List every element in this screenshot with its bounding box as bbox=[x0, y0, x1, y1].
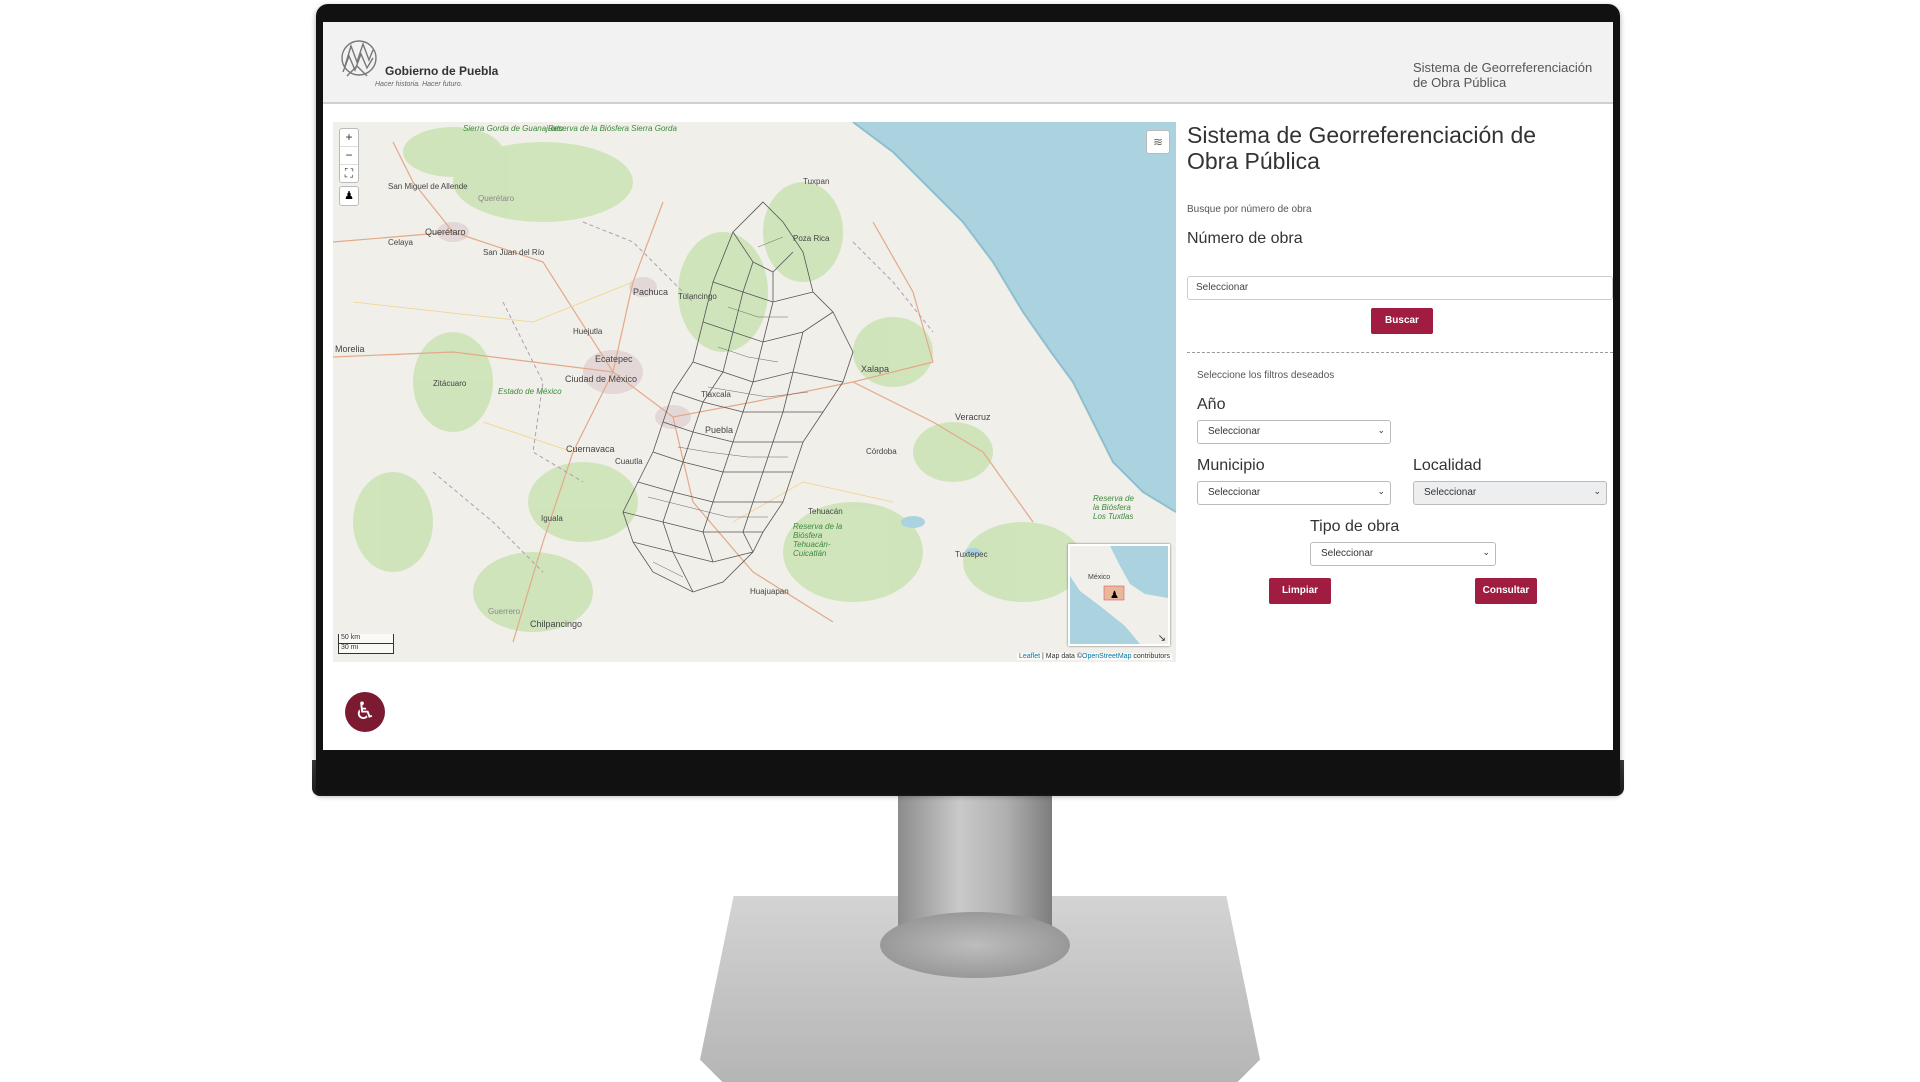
org-name: Gobierno de Puebla bbox=[385, 64, 499, 78]
map-label: Cuautla bbox=[615, 457, 643, 466]
numero-label: Número de obra bbox=[1187, 230, 1303, 247]
scale-km: 50 km bbox=[338, 634, 394, 644]
chevron-down-icon: ⌄ bbox=[1377, 425, 1385, 435]
tipo-obra-label: Tipo de obra bbox=[1310, 518, 1400, 535]
map-label: Reserva de la Biósfera Tehuacán-Cuicatlá… bbox=[793, 522, 843, 558]
anio-select[interactable]: Seleccionar ⌄ bbox=[1197, 420, 1391, 444]
map-label: Querétaro bbox=[478, 194, 515, 203]
map-label: Cuernavaca bbox=[566, 444, 615, 454]
attribution-suffix: contributors bbox=[1131, 653, 1170, 660]
chevron-down-icon: ⌄ bbox=[1377, 486, 1385, 496]
osm-link[interactable]: OpenStreetMap bbox=[1082, 653, 1131, 660]
map-label: Puebla bbox=[705, 425, 734, 435]
chevron-down-icon: ⌄ bbox=[1482, 547, 1490, 557]
map-view[interactable]: Sierra Gorda de Guanajuato Reserva de la… bbox=[333, 122, 1176, 662]
zoom-control: + − ⛶ bbox=[339, 128, 359, 183]
person-icon[interactable]: ♟ bbox=[339, 186, 359, 206]
numero-obra-input[interactable]: Seleccionar bbox=[1187, 276, 1613, 300]
map-label: Estado de México bbox=[498, 387, 562, 396]
map-label: Ciudad de México bbox=[565, 374, 638, 384]
tipo-obra-select[interactable]: Seleccionar ⌄ bbox=[1310, 542, 1496, 566]
search-note: Busque por número de obra bbox=[1187, 204, 1312, 215]
header-title-line2: de Obra Pública bbox=[1413, 75, 1507, 90]
buscar-button[interactable]: Buscar bbox=[1371, 308, 1433, 334]
map-attribution: Leaflet | Map data ©OpenStreetMap contri… bbox=[1017, 653, 1172, 660]
map-label: Chilpancingo bbox=[530, 619, 583, 629]
map-label: Huajuapan bbox=[750, 587, 789, 596]
map-label: Morelia bbox=[335, 344, 365, 354]
minimap-toggle-icon[interactable]: ↘ bbox=[1158, 633, 1166, 644]
page-title: Sistema de Georreferenciación de Obra Pú… bbox=[1187, 122, 1537, 174]
localidad-select[interactable]: Seleccionar ⌄ bbox=[1413, 481, 1607, 505]
org-tagline: Hacer historia. Hacer futuro. bbox=[375, 81, 463, 88]
map-label: Reserva de la Biósfera Los Tuxtlas bbox=[1093, 494, 1134, 521]
map-label: Tuxtepec bbox=[955, 550, 988, 559]
map-tiles bbox=[333, 122, 1176, 643]
map-label: Celaya bbox=[388, 238, 413, 247]
scale-mi: 30 mi bbox=[338, 644, 394, 654]
localidad-label: Localidad bbox=[1413, 457, 1482, 474]
map-label: Córdoba bbox=[866, 447, 897, 456]
map-label: Pachuca bbox=[633, 287, 669, 297]
chevron-down-icon: ⌄ bbox=[1593, 486, 1601, 496]
layers-icon[interactable]: ≋ bbox=[1146, 130, 1170, 154]
municipio-select[interactable]: Seleccionar ⌄ bbox=[1197, 481, 1391, 505]
anio-select-value: Seleccionar bbox=[1208, 426, 1261, 437]
header-title: Sistema de Georreferenciación de Obra Pú… bbox=[1413, 60, 1603, 90]
map-label: Querétaro bbox=[425, 227, 466, 237]
map-label: San Miguel de Allende bbox=[388, 182, 468, 191]
leaflet-link[interactable]: Leaflet bbox=[1019, 653, 1040, 660]
anio-label: Año bbox=[1197, 396, 1226, 413]
municipio-label: Municipio bbox=[1197, 457, 1265, 474]
attribution-text: | Map data © bbox=[1040, 653, 1083, 660]
minimap-label: México bbox=[1088, 574, 1111, 581]
map-label: Tlaxcala bbox=[701, 390, 731, 399]
map-label: Veracruz bbox=[955, 412, 991, 422]
search-panel: Sistema de Georreferenciación de Obra Pú… bbox=[1187, 122, 1613, 604]
person-icon: ♟ bbox=[1110, 590, 1119, 601]
municipio-select-value: Seleccionar bbox=[1208, 487, 1261, 498]
map-label: Xalapa bbox=[861, 364, 890, 374]
map-label: Tuxpan bbox=[803, 177, 830, 186]
scale-bar: 50 km 30 mi bbox=[338, 634, 394, 654]
minimap-tiles bbox=[1070, 546, 1168, 644]
site-header: Gobierno de Puebla Hacer historia. Hacer… bbox=[323, 22, 1613, 104]
map-label: San Juan del Río bbox=[483, 248, 545, 257]
zoom-out-button[interactable]: − bbox=[340, 147, 358, 165]
map-label: Huejutla bbox=[573, 327, 603, 336]
fullscreen-button[interactable]: ⛶ bbox=[340, 165, 358, 182]
localidad-select-value: Seleccionar bbox=[1424, 487, 1477, 498]
map-label: Reserva de la Biósfera Sierra Gorda bbox=[548, 124, 677, 133]
zoom-in-button[interactable]: + bbox=[340, 129, 358, 147]
map-label: Guerrero bbox=[488, 607, 521, 616]
limpiar-button[interactable]: Limpiar bbox=[1269, 578, 1331, 604]
map-label: Zitácuaro bbox=[433, 379, 467, 388]
map-label: Poza Rica bbox=[793, 234, 830, 243]
map-label: Iguala bbox=[541, 514, 563, 523]
consultar-button[interactable]: Consultar bbox=[1475, 578, 1537, 604]
filters-note: Seleccione los filtros deseados bbox=[1197, 370, 1335, 381]
monitor-stand-ring bbox=[880, 912, 1070, 978]
gobierno-logo-icon bbox=[341, 40, 377, 77]
map-label: Ecatepec bbox=[595, 354, 633, 364]
divider bbox=[1187, 352, 1613, 353]
monitor-screen: Gobierno de Puebla Hacer historia. Hacer… bbox=[323, 22, 1613, 750]
map-label: Tulancingo bbox=[678, 292, 717, 301]
header-title-line1: Sistema de Georreferenciación bbox=[1413, 60, 1593, 75]
map-label: Tehuacán bbox=[808, 507, 843, 516]
tipo-obra-select-value: Seleccionar bbox=[1321, 548, 1374, 559]
minimap[interactable]: México ♟ ↘ bbox=[1068, 544, 1170, 646]
wheelchair-icon[interactable]: ♿ bbox=[345, 692, 385, 732]
